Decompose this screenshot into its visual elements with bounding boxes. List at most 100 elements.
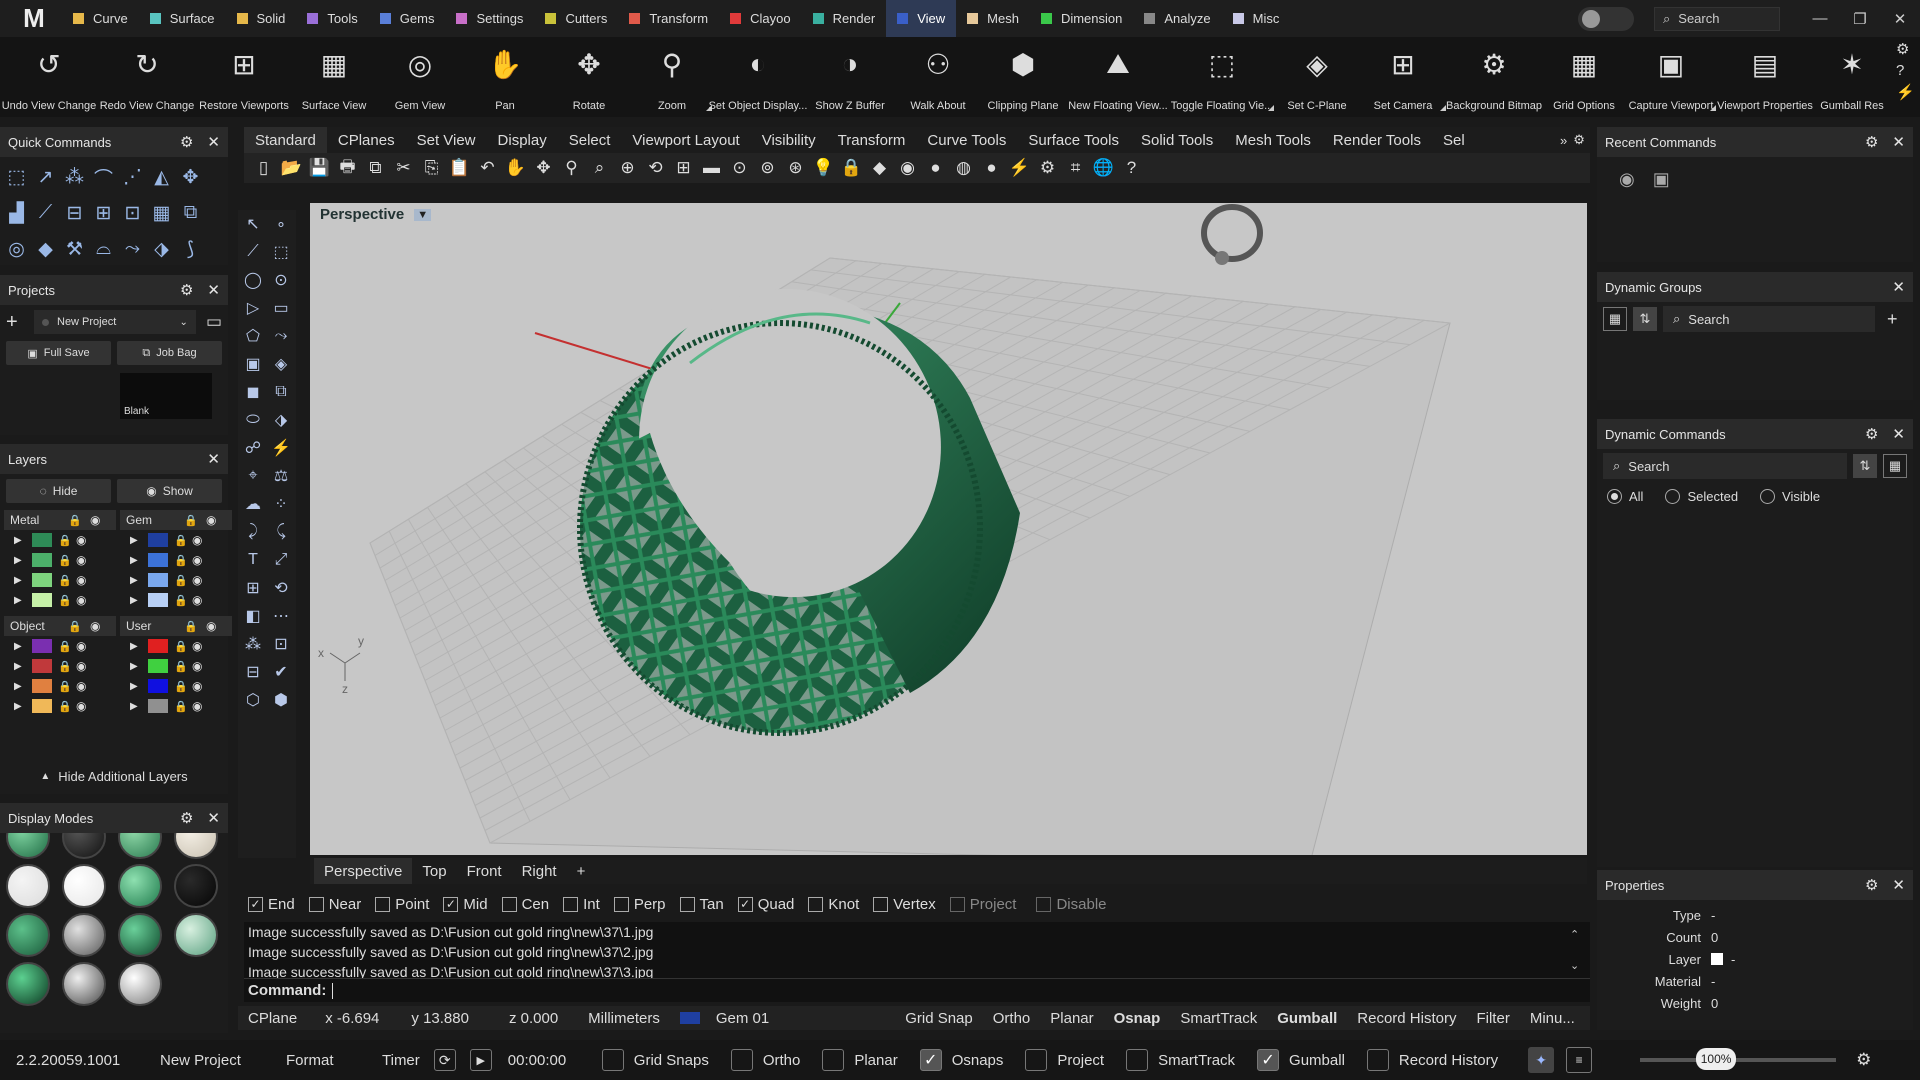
expand-triangle-icon[interactable]: ▶ [14,595,26,606]
standard-tool-icon[interactable]: 💾 [306,155,333,181]
standard-tool-icon[interactable]: ✋ [502,155,529,181]
toggle-ortho[interactable]: Ortho [730,1049,800,1071]
expand-triangle-icon[interactable]: ▶ [14,661,26,672]
toggle-grid-snaps[interactable]: Grid Snaps [601,1049,709,1071]
vertical-tool-icon[interactable]: ⬡ [239,686,267,714]
standard-tool-icon[interactable]: ⌗ [1062,155,1089,181]
standard-tool-icon[interactable]: ⧉ [362,155,389,181]
display-mode-swatch[interactable] [56,913,112,957]
osnap-mid[interactable]: ✓ Mid [443,896,488,913]
expand-triangle-icon[interactable]: ▶ [130,681,142,692]
close-icon[interactable]: ✕ [207,133,220,151]
display-mode-swatch[interactable] [56,833,112,859]
checkbox[interactable]: ✓ [737,896,753,912]
checkbox[interactable] [679,896,695,912]
quick-command-icon[interactable]: ◆ [31,231,60,267]
layer-row[interactable]: ▶ 🔒 ◉ [4,550,116,570]
expand-triangle-icon[interactable]: ▶ [14,641,26,652]
eye-icon[interactable]: ◉ [192,533,202,547]
quick-command-icon[interactable]: ◎ [2,231,31,267]
sort-icon[interactable]: ⇅ [1633,307,1657,331]
folder-icon[interactable]: ▭ [206,312,222,332]
project-thumbnail[interactable]: Blank [120,373,212,419]
vertical-tool-icon[interactable]: ⌖ [239,462,267,490]
quick-command-icon[interactable]: ↗ [31,159,60,195]
layer-color-swatch[interactable] [148,679,168,693]
standard-tool-icon[interactable]: ↶ [474,155,501,181]
vertical-tool-icon[interactable]: ◧ [239,602,267,630]
project-dropdown[interactable]: New Project ⌄ [34,310,196,334]
expand-triangle-icon[interactable]: ▶ [14,681,26,692]
layer-color-swatch[interactable] [148,659,168,673]
expand-triangle-icon[interactable]: ▶ [14,575,26,586]
toggle-gumball[interactable]: ✓ Gumball [1257,1049,1345,1071]
filter-visible-radio[interactable]: Visible [1760,489,1820,504]
layer-row[interactable]: ▶ 🔒 ◉ [120,570,232,590]
checkbox[interactable] [822,1049,845,1071]
vertical-tool-icon[interactable]: ⤳ [267,322,295,350]
toggle-project[interactable]: Project [1025,1049,1104,1071]
checkbox[interactable]: ✓ [443,896,459,912]
scroll-up-icon[interactable]: ⌃ [1570,928,1579,941]
standard-tool-icon[interactable]: ⊚ [754,155,781,181]
status-toggle-minu-[interactable]: Minu... [1520,1010,1585,1027]
standard-tool-icon[interactable]: 🖶 [334,155,361,181]
menu-gems[interactable]: Gems [369,0,446,37]
status-toggle-filter[interactable]: Filter [1466,1010,1519,1027]
vertical-tool-icon[interactable]: ⚖ [267,462,295,490]
layer-color-swatch[interactable] [1711,953,1723,965]
ribbon-gumball-res-button[interactable]: ✶ Gumball Res [1814,37,1890,117]
status-toggle-planar[interactable]: Planar [1040,1010,1103,1027]
sort-icon[interactable]: ⇅ [1853,454,1877,478]
osnap-end[interactable]: ✓ End [248,896,295,913]
format-button[interactable]: Format [286,1052,346,1069]
ribbon-background-bitmap-button[interactable]: ⚙ Background Bitmap [1446,37,1542,117]
lock-icon[interactable]: 🔒 [58,680,72,693]
ribbon-show-z-buffer-button[interactable]: ◑ Show Z Buffer [804,37,896,117]
viewport-menu-icon[interactable]: ▼ [414,208,432,221]
checkbox[interactable] [1126,1049,1149,1071]
quick-command-icon[interactable]: ⊡ [118,195,147,231]
quick-command-icon[interactable]: ⧉ [176,195,205,231]
layer-row[interactable]: ▶ 🔒 ◉ [120,550,232,570]
menu-render[interactable]: Render [802,0,887,37]
cplane-indicator[interactable]: CPlane [238,1010,307,1027]
vertical-tool-icon[interactable]: ⬗ [267,406,295,434]
menu-transform[interactable]: Transform [618,0,719,37]
layer-group-header[interactable]: Object 🔒 ◉ [4,616,116,636]
vertical-tool-icon[interactable]: ☁ [239,490,267,518]
layer-color-swatch[interactable] [32,639,52,653]
quick-command-icon[interactable]: ⁂ [60,159,89,195]
recent-command-capture-icon[interactable]: ▣ [1653,169,1670,190]
checkbox[interactable] [1036,896,1052,912]
quick-command-icon[interactable]: ⌒ [89,159,118,195]
vertical-tool-icon[interactable]: ⋯ [267,602,295,630]
display-mode-swatch[interactable] [56,962,112,1006]
layer-group-header[interactable]: Gem 🔒 ◉ [120,510,232,530]
standard-tool-icon[interactable]: 🌐 [1090,155,1117,181]
standard-tool-icon[interactable]: ⟲ [642,155,669,181]
standard-tool-icon[interactable]: ? [1118,155,1145,181]
lock-icon[interactable]: 🔒 [68,620,82,633]
menu-clayoo[interactable]: Clayoo [719,0,801,37]
gear-icon[interactable]: ⚙ [1856,1050,1871,1070]
layer-color-swatch[interactable] [148,573,168,587]
layer-row[interactable]: ▶ 🔒 ◉ [120,636,232,656]
history-scroll[interactable]: ⌃ ⌄ [1570,928,1579,972]
viewport-tab-right[interactable]: Right [512,858,567,884]
radio-button[interactable] [1760,489,1776,504]
osnap-perp[interactable]: Perp [613,896,666,913]
standard-tool-icon[interactable]: ⊛ [782,155,809,181]
eye-icon[interactable]: ◉ [76,533,86,547]
standard-tool-icon[interactable]: ⚡ [1006,155,1033,181]
ribbon-grid-options-button[interactable]: ▦ Grid Options [1542,37,1626,117]
job-bag-button[interactable]: ⧉ Job Bag [117,341,222,365]
standard-tool-icon[interactable]: ⌕ [586,155,613,181]
lock-icon[interactable]: 🔒 [58,700,72,713]
restore-button[interactable]: ❐ [1840,0,1880,37]
layer-color-swatch[interactable] [32,553,52,567]
layer-row[interactable]: ▶ 🔒 ◉ [120,590,232,610]
full-save-button[interactable]: ▣ Full Save [6,341,111,365]
eye-icon[interactable]: ◉ [76,593,86,607]
vertical-tool-icon[interactable]: T [239,546,267,574]
